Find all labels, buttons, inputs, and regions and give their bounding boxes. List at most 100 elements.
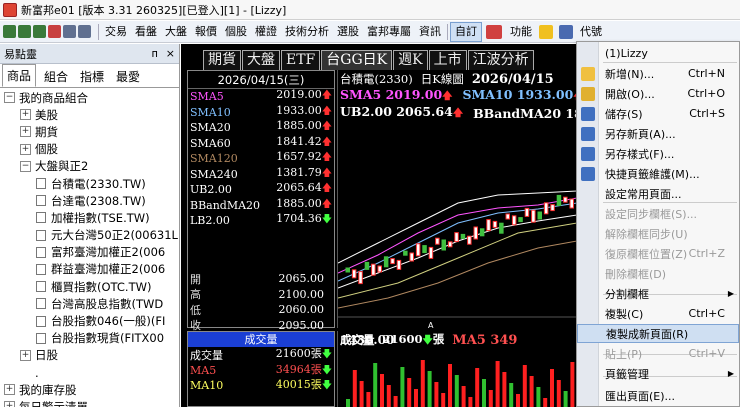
forward-icon[interactable] [33,25,46,38]
menu-item-16[interactable]: 頁籤管理 ▶ [577,364,739,383]
copy-icon[interactable] [78,25,91,38]
tree-toggle-icon[interactable]: + [4,401,15,407]
menu-7[interactable]: 選股 [333,22,363,42]
menu-item-icon [581,146,595,161]
chart-tab-6[interactable]: 江波分析 [467,50,534,70]
tree-item[interactable]: + 每日警示清單 [0,398,178,407]
tree-item[interactable]: 元大台灣50正2(00631L [0,227,178,244]
menu-11[interactable]: 功能 [506,22,536,42]
tree-item[interactable]: 台達電(2308.TW) [0,192,178,209]
print-icon[interactable] [63,25,76,38]
menu-2[interactable]: 大盤 [161,22,191,42]
tree-item[interactable]: . [0,364,178,381]
menu-item-4[interactable]: 另存新頁(A)... [577,124,739,143]
menu-12[interactable]: 代號 [576,22,606,42]
menu-item-7[interactable]: 設定常用頁面... [577,184,739,203]
toolbar-icons [0,22,96,42]
pin-icon[interactable]: ᴨ [152,47,158,60]
menu-item-13[interactable]: 複製(C) Ctrl+C [577,304,739,323]
menu-item-label: 設定同步欄框(S)... [605,207,698,221]
menu-10[interactable]: 自訂 [450,21,482,42]
tree-toggle-icon[interactable]: − [20,160,31,172]
menu-item-12[interactable]: 分割欄框 ▶ [577,284,739,303]
chart-tab-1[interactable]: 大盤 [242,50,280,70]
menu-item-3[interactable]: 儲存(S) Ctrl+S [577,104,739,123]
volume-bar [427,371,432,407]
menu-5[interactable]: 權證 [251,22,281,42]
tree-item[interactable]: + 美股 [0,106,178,123]
sidebar-tab-3[interactable]: 最愛 [112,66,144,87]
tree-item[interactable]: 台股指數046(一般)(FI [0,312,178,329]
tree-item[interactable]: 櫃買指數(OTC.TW) [0,278,178,295]
close-icon[interactable]: × [166,47,175,60]
kline-panel[interactable]: 台積電(2330) 日K線圖 2026/04/15 SMA5 2019.00🡅 … [337,70,577,347]
document-icon [36,178,46,190]
tree-item[interactable]: − 我的商品組合 [0,89,178,106]
indicator-value: 1933.00 [276,103,322,117]
menu-4[interactable]: 個股 [221,22,251,42]
tree-item[interactable]: 加權指數(TSE.TW) [0,209,178,226]
menu-0[interactable]: 交易 [101,22,131,42]
candlestick [371,263,376,276]
sidebar-tab-1[interactable]: 組合 [40,66,72,87]
tree-item[interactable]: 台股指數現貨(FITX00 [0,330,178,347]
chart-tab-3[interactable]: 台GG日K [321,50,393,70]
chart-tab-4[interactable]: 週K [393,50,428,70]
sidebar-tab-0[interactable]: 商品 [2,64,37,87]
menu-9[interactable]: 資訊 [415,22,445,42]
volume-bar [563,391,568,407]
tree-toggle-icon[interactable]: + [20,126,31,138]
kline-ma5: MA5 349 [452,332,518,348]
tree-toggle-icon[interactable]: + [4,384,15,396]
back-icon[interactable] [18,25,31,38]
tree-item[interactable]: + 日股 [0,347,178,364]
menu-item-label: 匯出頁面(E)... [605,389,676,403]
kline-volume-panel[interactable]: 成交量 21600🡇張 MA5 349 [337,331,576,407]
tree-item[interactable]: 台積電(2330.TW) [0,175,178,192]
ohlc-row: 開 2065.00 [188,271,334,287]
kline-band-line: UB2.00 2065.64🡅 BBandMA20 188 [338,105,576,122]
menu-6[interactable]: 技術分析 [281,22,333,42]
chart-tab-0[interactable]: 期貨 [203,50,241,70]
menu-item-17[interactable]: 匯出頁面(E)... [577,386,739,405]
home-icon[interactable] [3,25,16,38]
tree-toggle-icon[interactable]: + [20,143,31,155]
menu-item-5[interactable]: 另存樣式(F)... [577,144,739,163]
tree-toggle-icon[interactable]: − [4,92,15,104]
tree-item-label: 櫃買指數(OTC.TW) [51,279,152,294]
tree-item[interactable]: 群益臺灣加權正2(006 [0,261,178,278]
tree-item[interactable]: 富邦臺灣加權正2(006 [0,244,178,261]
menu-item-0[interactable]: (1)Lizzy [577,44,739,63]
tree-item[interactable]: + 期貨 [0,123,178,140]
menu-1[interactable]: 看盤 [131,22,161,42]
chart-tab-2[interactable]: ETF [281,50,321,70]
candlestick [415,243,421,257]
tree-item[interactable]: + 個股 [0,141,178,158]
upper-band-line [338,190,577,264]
sidebar-tab-2[interactable]: 指標 [76,66,108,87]
sidebar: 易點靈 ᴨ × 商品 組合 指標 最愛 − 我的商品組合 + 美股 + 期貨 + 個股 − 大盤與正2 台… [0,44,180,407]
tree-toggle-icon[interactable]: + [20,349,31,361]
menu-3[interactable]: 報價 [191,22,221,42]
menu-8[interactable]: 富邦專屬 [363,22,415,42]
stop-icon[interactable] [48,25,61,38]
menu-item-1[interactable]: 新增(N)... Ctrl+N [577,64,739,83]
tree-toggle-icon[interactable]: + [20,109,31,121]
up-arrow-icon: 🡅 [321,198,332,210]
menu-item-6[interactable]: 快捷頁籤維護(M)... [577,164,739,183]
menu-item-2[interactable]: 開啟(O)... Ctrl+O [577,84,739,103]
lightning-icon[interactable] [539,24,553,39]
kline-sma10-text: SMA10 1933.00 [462,88,574,102]
menu-item-label: 複製成新頁面(R) [606,327,689,341]
ohlc-row: 低 2060.00 [188,302,334,318]
candlestick [518,217,523,223]
tree-item[interactable]: + 我的庫存股 [0,381,178,398]
candlestick [441,239,446,251]
menu-item-14[interactable]: 複製成新頁面(R) [577,324,739,343]
tree-item[interactable]: − 大盤與正2 [0,158,178,175]
ohlc-list: 開 2065.00 高 2100.00 低 2060.00 收 2095.00 [188,271,334,333]
favorite-icon[interactable] [486,24,502,39]
tree-item[interactable]: 台灣高股息指數(TWD [0,295,178,312]
chart-tab-5[interactable]: 上市 [428,50,467,70]
settings-icon[interactable] [559,24,573,39]
